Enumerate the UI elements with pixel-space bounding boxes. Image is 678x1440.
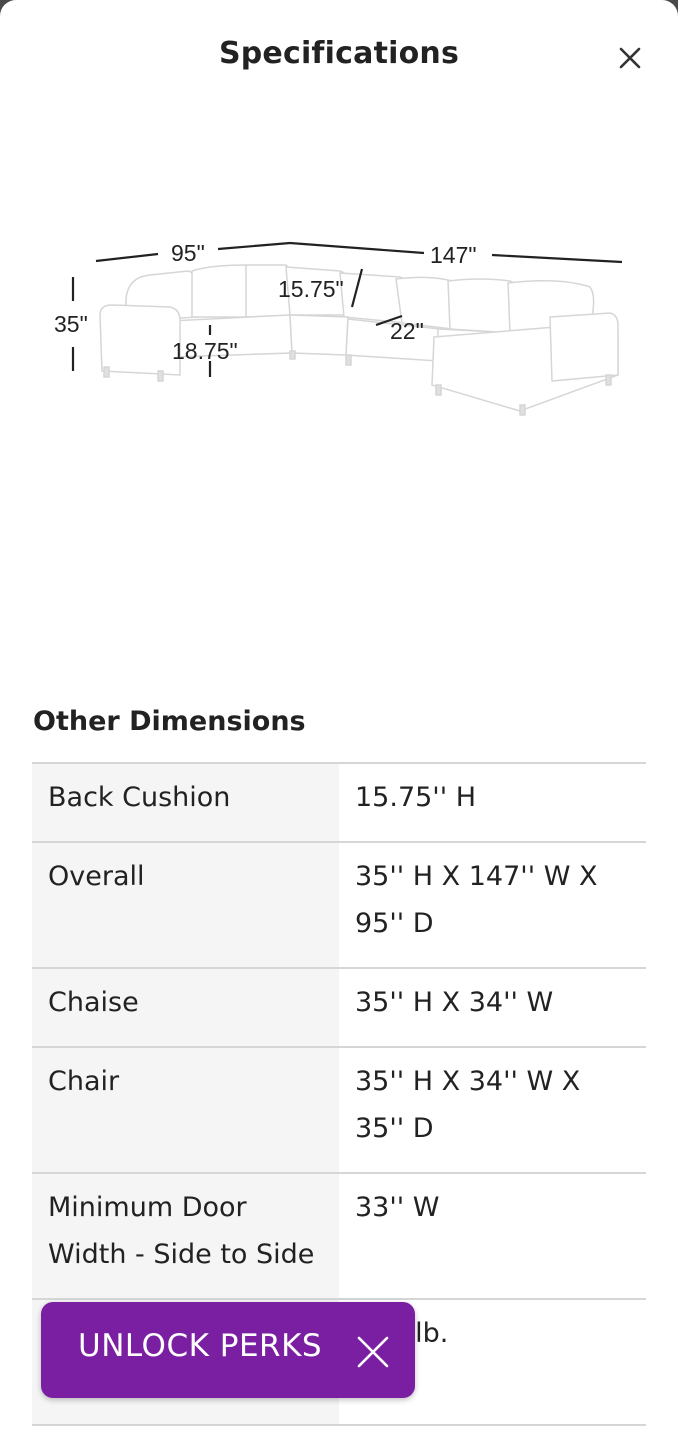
dimension-value-text: 35'' H X 34'' W X 35'' D (355, 1066, 581, 1144)
table-row: Back Cushion 15.75'' H (32, 763, 646, 843)
depth-dimension-label: 95" (171, 240, 205, 266)
unlock-perks-banner[interactable]: UNLOCK PERKS (41, 1302, 415, 1398)
back-cushion-dimension-label: 15.75" (278, 276, 344, 302)
dimension-label-text: Minimum Door Width - Side to Side (48, 1192, 315, 1270)
dimension-value: 15.75'' H (339, 763, 646, 843)
dimension-value-text: 35'' H X 147'' W X 95'' D (355, 861, 598, 939)
specifications-sheet: Specifications 95" 147" 35" 15.75" 18.75… (0, 0, 678, 1440)
dimension-value-text: 35'' H X 34'' W (355, 987, 554, 1018)
close-button[interactable] (610, 38, 650, 78)
sofa-dimension-diagram: 95" 147" 35" 15.75" 18.75" 22" (54, 240, 623, 416)
table-row: Minimum Door Width - Side to Side 33'' W (32, 1173, 646, 1300)
dimension-label: Overall (32, 842, 339, 969)
perks-close-button[interactable] (349, 1330, 397, 1374)
other-dimensions-heading: Other Dimensions (33, 706, 306, 737)
close-icon (619, 47, 641, 69)
dimension-value: 33'' W (339, 1173, 646, 1300)
dimension-value: 35'' H X 147'' W X 95'' D (339, 842, 646, 969)
dimension-value-text: 15.75'' H (355, 782, 477, 813)
dimension-label-text: Overall (48, 861, 145, 892)
dimension-label-text: Back Cushion (48, 782, 231, 813)
dimension-label: Chaise (32, 968, 339, 1048)
dimension-label: Chair (32, 1047, 339, 1174)
page-title: Specifications (218, 36, 460, 71)
close-icon (357, 1336, 389, 1368)
width-dimension-label: 147" (430, 242, 477, 268)
table-row: Chaise 35'' H X 34'' W (32, 968, 646, 1048)
dimension-value-text: 33'' W (355, 1192, 440, 1223)
table-row: Overall 35'' H X 147'' W X 95'' D (32, 842, 646, 969)
dimension-label-text: Chair (48, 1066, 120, 1097)
dimension-value: 35'' H X 34'' W (339, 968, 646, 1048)
seat-height-dimension-label: 18.75" (172, 338, 238, 364)
dimension-value: 35'' H X 34'' W X 35'' D (339, 1047, 646, 1174)
dimension-label: Minimum Door Width - Side to Side (32, 1173, 339, 1300)
dimension-label: Back Cushion (32, 763, 339, 843)
dimension-label-text: Chaise (48, 987, 139, 1018)
seat-depth-dimension-label: 22" (390, 318, 424, 344)
table-row: Chair 35'' H X 34'' W X 35'' D (32, 1047, 646, 1174)
unlock-perks-label[interactable]: UNLOCK PERKS (78, 1328, 322, 1364)
height-dimension-label: 35" (54, 311, 88, 337)
sheet-header: Specifications (0, 0, 678, 112)
